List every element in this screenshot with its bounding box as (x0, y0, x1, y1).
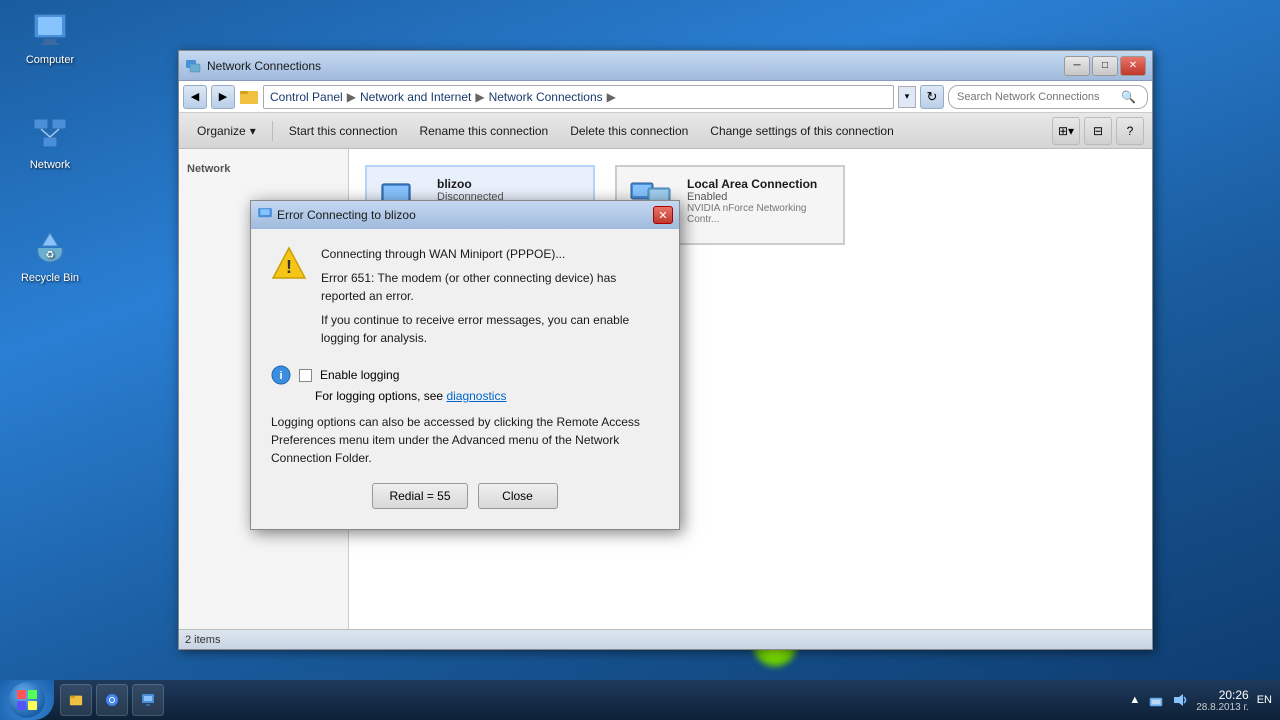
enable-logging-label: Enable logging (320, 368, 399, 382)
start-orb (9, 682, 45, 718)
redial-button[interactable]: Redial = 55 (372, 483, 467, 509)
dialog-overlay: Error Connecting to blizoo ✕ ! Connectin… (0, 0, 1280, 720)
dialog-footer-text: Logging options can also be accessed by … (271, 413, 659, 467)
taskbar-tray: ▲ 20:26 28.8.2013 г. EN (1121, 680, 1280, 720)
dialog-title-bar: Error Connecting to blizoo ✕ (251, 201, 679, 229)
error-dialog: Error Connecting to blizoo ✕ ! Connectin… (250, 200, 680, 530)
network-tray-icon (1148, 692, 1164, 708)
taskbar: ▲ 20:26 28.8.2013 г. EN (0, 680, 1280, 720)
dialog-line1: Connecting through WAN Miniport (PPPOE).… (321, 245, 659, 263)
svg-text:i: i (279, 370, 282, 382)
clock-time: 20:26 (1196, 688, 1248, 702)
taskbar-explorer-btn[interactable] (60, 684, 92, 716)
dialog-title: Error Connecting to blizoo (277, 208, 649, 222)
sound-tray-icon (1172, 692, 1188, 708)
dialog-main-text: Connecting through WAN Miniport (PPPOE).… (321, 245, 659, 353)
dialog-line3: If you continue to receive error message… (321, 311, 659, 347)
dialog-main-row: ! Connecting through WAN Miniport (PPPOE… (271, 245, 659, 353)
dialog-close-button[interactable]: ✕ (653, 206, 673, 224)
taskbar-display-btn[interactable] (132, 684, 164, 716)
taskbar-clock: 20:26 28.8.2013 г. (1196, 688, 1248, 713)
dialog-buttons: Redial = 55 Close (271, 483, 659, 513)
start-button[interactable] (0, 680, 54, 720)
language-indicator: EN (1257, 694, 1272, 706)
svg-text:!: ! (286, 257, 292, 277)
dialog-logging-row: i Enable logging (271, 365, 659, 385)
close-dialog-button[interactable]: Close (478, 483, 558, 509)
clock-date: 28.8.2013 г. (1196, 702, 1248, 713)
logging-icon: i (271, 365, 291, 385)
taskbar-display-icon (141, 693, 155, 707)
windows-logo-icon (16, 689, 38, 711)
logging-hint-text: For logging options, see (315, 389, 443, 403)
taskbar-chrome-btn[interactable] (96, 684, 128, 716)
taskbar-items (54, 680, 1121, 720)
warning-icon: ! (271, 245, 307, 281)
tray-arrow[interactable]: ▲ (1129, 694, 1140, 706)
diagnostics-link[interactable]: diagnostics (446, 389, 506, 403)
dialog-body: ! Connecting through WAN Miniport (PPPOE… (251, 229, 679, 529)
enable-logging-checkbox[interactable] (299, 369, 312, 382)
dialog-title-icon (257, 207, 273, 223)
dialog-line2: Error 651: The modem (or other connectin… (321, 269, 659, 305)
taskbar-folder-icon (69, 693, 83, 707)
logging-hint-row: For logging options, see diagnostics (315, 389, 659, 403)
desktop: Computer Network ♻ Recycle Bin Network C… (0, 0, 1280, 720)
taskbar-chrome-icon (105, 693, 119, 707)
